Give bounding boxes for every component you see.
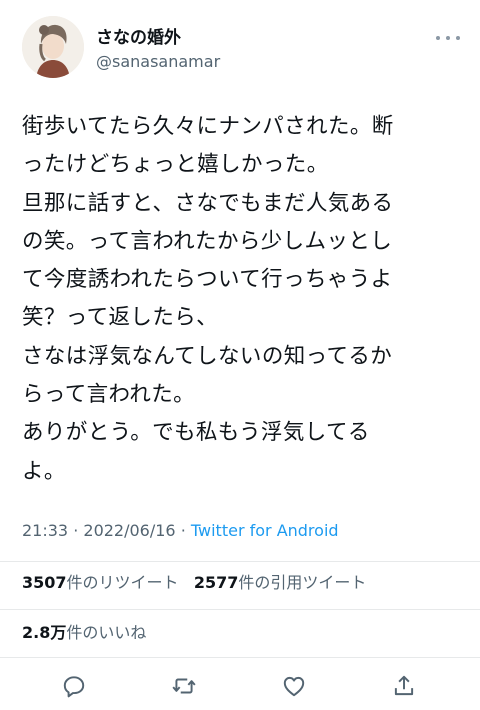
- more-icon[interactable]: [434, 30, 464, 46]
- tweet-line: の笑。って言われたから少しムッとし: [22, 228, 393, 254]
- tweet-line: 街歩いてたら久々にナンパされた。断: [22, 114, 394, 139]
- quotes-link[interactable]: 2577件の引用ツイート: [194, 573, 367, 592]
- meta-separator: ·: [180, 521, 186, 540]
- tweet-line: 旦那に話すと、さなでもまだ人気ある: [22, 190, 394, 216]
- tweet-line: さなは浮気なんてしないの知ってるか: [22, 343, 393, 369]
- retweet-button[interactable]: [164, 668, 204, 704]
- action-bar: [0, 668, 480, 704]
- likes-label: 件のいいね: [66, 623, 147, 642]
- tweet-date[interactable]: 2022/06/16: [83, 521, 175, 540]
- tweet-text: 街歩いてたら久々にナンパされた。断 ったけどちょっと嬉しかった。 旦那に話すと、…: [22, 108, 462, 491]
- tweet-time[interactable]: 21:33: [22, 521, 68, 540]
- likes-stats[interactable]: 2.8万件のいいね: [22, 622, 146, 644]
- reply-button[interactable]: [54, 668, 94, 704]
- tweet-meta: 21:33 · 2022/06/16 · Twitter for Android: [22, 520, 339, 542]
- retweets-link[interactable]: 3507件のリツイート: [22, 573, 179, 592]
- likes-unit: 万: [50, 623, 67, 642]
- avatar-illustration-icon: [22, 16, 84, 78]
- tweet-source-link[interactable]: Twitter for Android: [191, 521, 339, 540]
- like-button[interactable]: [274, 668, 314, 704]
- divider: [0, 561, 480, 562]
- tweet-line: ったけどちょっと嬉しかった。: [22, 152, 329, 178]
- retweets-count: 3507: [22, 573, 67, 592]
- retweets-label: 件のリツイート: [66, 573, 179, 592]
- divider: [0, 609, 480, 610]
- user-handle[interactable]: @sanasanamar: [96, 52, 220, 72]
- share-icon: [394, 675, 414, 696]
- tweet-line: て今度誘われたらついて行っちゃうよ: [22, 267, 393, 293]
- quotes-label: 件の引用ツイート: [238, 573, 367, 592]
- retweet-stats: 3507件のリツイート 2577件の引用ツイート: [22, 572, 366, 594]
- tweet-line: ありがとう。でも私もう浮気してる: [22, 420, 370, 446]
- tweet-line: らって言われた。: [22, 382, 196, 408]
- display-name[interactable]: さなの婚外: [96, 28, 181, 48]
- retweet-icon: [172, 678, 196, 694]
- tweet-header: さなの婚外 @sanasanamar: [0, 0, 480, 90]
- quotes-count: 2577: [193, 573, 239, 592]
- share-button[interactable]: [384, 668, 424, 704]
- divider: [0, 657, 480, 658]
- tweet-line: よ。: [22, 458, 66, 484]
- meta-separator: ·: [73, 521, 79, 540]
- avatar[interactable]: [22, 16, 84, 78]
- tweet-line: 笑？って返したら、: [22, 305, 219, 331]
- reply-icon: [63, 676, 85, 698]
- likes-count: 2.8: [22, 623, 51, 642]
- like-icon: [283, 676, 305, 697]
